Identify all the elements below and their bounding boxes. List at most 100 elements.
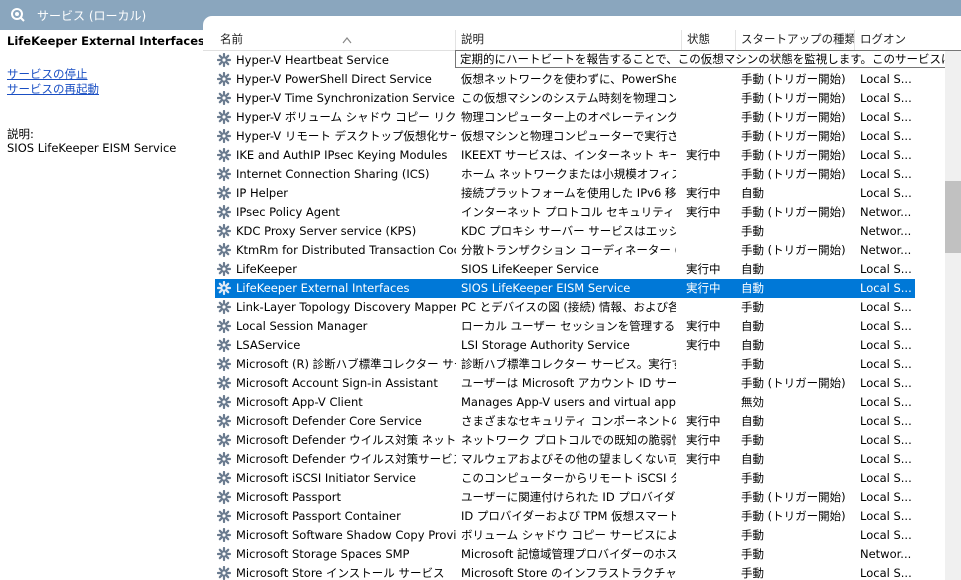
service-status	[686, 469, 736, 488]
service-row[interactable]: Microsoft Software Shadow Copy Provi... ボ…	[215, 526, 915, 545]
scrollbar-thumb[interactable]	[945, 181, 961, 253]
service-status: 実行中	[686, 205, 721, 219]
service-name: Hyper-V PowerShell Direct Service	[236, 72, 432, 86]
service-icon-cell	[217, 393, 233, 412]
service-description: IKEEXT サービスは、インターネット キー交換 (...	[461, 148, 676, 162]
service-row[interactable]: Microsoft (R) 診断ハブ標準コレクター サー... 診断ハブ標準コレク…	[215, 355, 915, 374]
service-row[interactable]: IP Helper 接続プラットフォームを使用した IPv6 移行テ... 実行中 自…	[215, 184, 915, 203]
service-icon-cell	[217, 260, 233, 279]
service-startup-type: 手動 (トリガー開始)	[741, 490, 846, 504]
service-row[interactable]: Hyper-V PowerShell Direct Service 仮想ネットワー…	[215, 70, 915, 89]
gear-icon	[217, 53, 231, 67]
service-logon: Local S...	[860, 91, 912, 105]
service-row[interactable]: Internet Connection Sharing (ICS) ホーム ネット…	[215, 165, 915, 184]
service-row[interactable]: KtmRm for Distributed Transaction Coor..…	[215, 241, 915, 260]
service-status: 実行中	[686, 433, 721, 447]
service-logon: Local S...	[860, 357, 912, 371]
service-status	[686, 374, 736, 393]
service-row[interactable]: Hyper-V Time Synchronization Service この仮想…	[215, 89, 915, 108]
service-description: LSI Storage Authority Service	[461, 338, 630, 352]
service-row[interactable]: LifeKeeper SIOS LifeKeeper Service 実行中 自動 Lo…	[215, 260, 915, 279]
service-row[interactable]: Microsoft Store インストール サービス Microsoft Sto…	[215, 564, 915, 580]
column-name-header[interactable]: 名前	[215, 30, 456, 50]
service-name: Local Session Manager	[236, 319, 368, 333]
service-status	[686, 507, 736, 526]
service-row[interactable]: LifeKeeper External Interfaces SIOS LifeK…	[215, 279, 915, 298]
vertical-scrollbar[interactable]	[945, 51, 961, 580]
service-status	[686, 526, 736, 545]
service-row[interactable]: Microsoft Defender Core Service さまざまなセキュリ…	[215, 412, 915, 431]
service-status	[686, 127, 736, 146]
service-row[interactable]: KDC Proxy Server service (KPS) KDC プロキシ サ…	[215, 222, 915, 241]
column-description-header[interactable]: 説明	[456, 30, 682, 50]
selected-service-title: LifeKeeper External Interfaces	[7, 34, 205, 48]
service-row[interactable]: LSAService LSI Storage Authority Service 実…	[215, 336, 915, 355]
column-startup-header[interactable]: スタートアップの種類	[736, 30, 855, 50]
service-name: Hyper-V ボリューム シャドウ コピー リクエスター	[236, 110, 456, 124]
restart-service-link[interactable]: サービスの再起動	[7, 81, 99, 97]
service-row[interactable]: IKE and AuthIP IPsec Keying Modules IKEEX…	[215, 146, 915, 165]
stop-service-link[interactable]: サービスの停止	[7, 66, 88, 82]
window-title: サービス (ローカル)	[37, 9, 147, 23]
gear-icon	[217, 129, 231, 143]
gear-icon	[217, 91, 231, 105]
service-row[interactable]: Microsoft Account Sign-in Assistant ユーザーは…	[215, 374, 915, 393]
gear-icon	[217, 300, 231, 314]
service-status: 実行中	[686, 414, 721, 428]
service-row[interactable]: Hyper-V リモート デスクトップ仮想化サービス仮想マシンと物理コンピュータ…	[215, 127, 915, 146]
service-row[interactable]: Microsoft Defender ウイルス対策 ネットワ... ネットワーク …	[215, 431, 915, 450]
gear-icon	[217, 148, 231, 162]
service-description: 接続プラットフォームを使用した IPv6 移行テ...	[461, 186, 676, 200]
service-startup-type: 手動 (トリガー開始)	[741, 509, 846, 523]
service-description: PC とデバイスの図 (接続) 情報、および各 ...	[461, 300, 676, 314]
service-icon-cell	[217, 51, 233, 70]
service-startup-type: 自動	[741, 319, 764, 333]
service-status	[686, 545, 736, 564]
service-logon: Local S...	[860, 471, 912, 485]
service-logon: Local S...	[860, 319, 912, 333]
gear-icon	[217, 110, 231, 124]
service-name: Microsoft Store インストール サービス	[236, 566, 445, 580]
service-logon: Local S...	[860, 262, 912, 276]
column-startup-label: スタートアップの種類	[741, 32, 855, 46]
column-status-header[interactable]: 状態	[682, 30, 736, 50]
service-description: 仮想ネットワークを使わずに、PowerShell を...	[461, 72, 676, 86]
description-value: SIOS LifeKeeper EISM Service	[7, 141, 177, 155]
service-row[interactable]: Local Session Manager ローカル ユーザー セッションを管理す…	[215, 317, 915, 336]
service-status	[686, 70, 736, 89]
service-icon-cell	[217, 526, 233, 545]
service-icon-cell	[217, 146, 233, 165]
service-description: ローカル ユーザー セッションを管理するコア ...	[461, 319, 676, 333]
service-icon-cell	[217, 184, 233, 203]
service-row[interactable]: Microsoft Passport ユーザーに関連付けられた ID プロバイダー…	[215, 488, 915, 507]
service-row[interactable]: Microsoft Passport Container ID プロバイダーおよび…	[215, 507, 915, 526]
service-logon: Local S...	[860, 452, 912, 466]
service-name: Microsoft Passport	[236, 490, 342, 504]
service-row[interactable]: Microsoft iSCSI Initiator Service このコンピュー…	[215, 469, 915, 488]
service-row[interactable]: Microsoft Storage Spaces SMP Microsoft 記憶…	[215, 545, 915, 564]
service-logon: Local S...	[860, 148, 912, 162]
service-logon: Local S...	[860, 186, 912, 200]
service-row[interactable]: Microsoft App-V Client Manages App-V user…	[215, 393, 915, 412]
column-logon-header[interactable]: ログオン	[855, 30, 945, 50]
column-header: 名前 説明 状態 スタートアップの種類 ログオン	[203, 30, 961, 51]
service-row[interactable]: Link-Layer Topology Discovery Mapper PC と…	[215, 298, 915, 317]
service-logon: Local S...	[860, 167, 912, 181]
service-row[interactable]: IPsec Policy Agent インターネット プロトコル セキュリティ (…	[215, 203, 915, 222]
service-row[interactable]: Microsoft Defender ウイルス対策サービス マルウェアおよびその他…	[215, 450, 915, 469]
service-startup-type: 手動	[741, 566, 764, 580]
service-icon-cell	[217, 279, 233, 298]
gear-icon	[217, 547, 231, 561]
service-icon-cell	[217, 374, 233, 393]
service-startup-type: 自動	[741, 452, 764, 466]
service-name: Microsoft Account Sign-in Assistant	[236, 376, 438, 390]
service-description: インターネット プロトコル セキュリティ (IPsec) ...	[461, 205, 676, 219]
service-logon: Local S...	[860, 376, 912, 390]
column-status-label: 状態	[687, 32, 710, 46]
gear-icon	[217, 433, 231, 447]
service-row[interactable]: Hyper-V ボリューム シャドウ コピー リクエスター物理コンピューター上の…	[215, 108, 915, 127]
service-icon-cell	[217, 355, 233, 374]
service-logon: Networ...	[860, 205, 912, 219]
service-name: Microsoft Software Shadow Copy Provi...	[236, 528, 456, 542]
column-description-label: 説明	[461, 32, 484, 46]
